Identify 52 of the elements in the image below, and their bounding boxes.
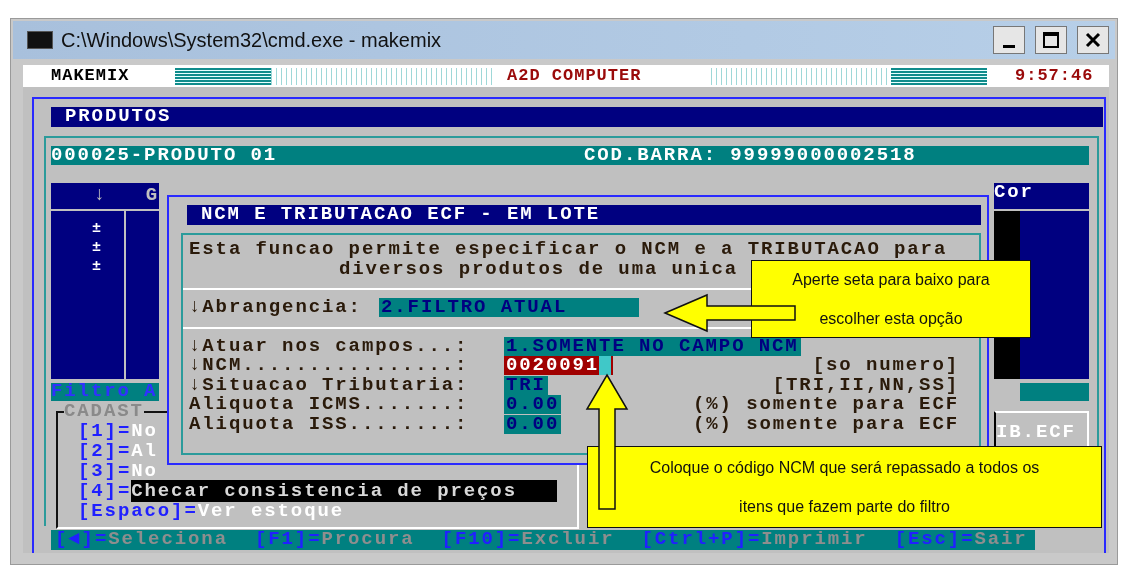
- product-name: 000025-PRODUTO 01: [51, 145, 279, 166]
- shortcut-hint: [Ctrl+P]=Imprimir: [641, 530, 868, 550]
- minimize-button[interactable]: [993, 26, 1025, 54]
- field-label: ↓Atuar nos campos...:: [189, 336, 470, 356]
- text-cursor: [599, 356, 612, 376]
- description-text: diversos produtos de uma unica: [339, 259, 739, 279]
- scope-field[interactable]: 2.FILTRO ATUAL: [379, 298, 639, 318]
- shortcut-hint: [Esc]=Sair: [894, 530, 1028, 550]
- input-field[interactable]: 0020091: [504, 356, 614, 376]
- shortcut-item[interactable]: [1]=No: [78, 421, 158, 441]
- input-field[interactable]: TRI: [504, 375, 548, 395]
- close-button[interactable]: [1077, 26, 1109, 54]
- field-hint: [TRI,II,NN,SS]: [772, 375, 959, 395]
- input-field[interactable]: 1.SOMENTE NO CAMPO NCM: [504, 336, 801, 356]
- dialog-title: NCM E TRIBUTACAO ECF - EM LOTE: [187, 205, 981, 225]
- field-hint: (%) somente para ECF: [692, 395, 959, 415]
- callout-note: Aperte seta para baixo para escolher esta opção: [751, 260, 1031, 338]
- barcode-text: COD.BARRA: 99999000002518: [584, 145, 917, 166]
- field-label: ↓NCM................:: [189, 356, 470, 376]
- filter-bar: Filtro A: [51, 383, 159, 401]
- field-hint: [so numero]: [812, 356, 959, 376]
- callout-note: Coloque o código NCM que será repassado a todos os itens que fazem parte do filtro: [587, 446, 1102, 528]
- shortcut-hint: [◄]=Seleciona: [55, 530, 228, 550]
- input-field[interactable]: 0.00: [504, 414, 562, 434]
- field-hint: (%) somente para ECF: [692, 414, 959, 434]
- company-name: A2D COMPUTER: [506, 66, 643, 86]
- app-name: MAKEMIX: [51, 66, 131, 86]
- input-field[interactable]: 0.00: [504, 395, 562, 415]
- shortcut-hint: [F10]=Excluir: [441, 530, 615, 550]
- panel-strip: [1020, 383, 1089, 401]
- field-label: ↓Situacao Tributaria:: [189, 375, 470, 395]
- description-text: Esta funcao permite especificar o NCM e a TRIBUTACAO para: [189, 240, 948, 260]
- column-header: G: [144, 186, 159, 206]
- shortcut-hint: [F1]=Procura: [254, 530, 415, 550]
- window-title: C:\Windows\System32\cmd.exe - makemix: [61, 28, 443, 52]
- shortcut-item[interactable]: [2]=Al: [78, 441, 158, 461]
- field-label: Aliquota ICMS.......:: [189, 395, 470, 415]
- field-label: Aliquota ISS........:: [189, 414, 470, 434]
- maximize-icon: [1042, 31, 1060, 49]
- clock-time: 9:57:46: [1015, 66, 1094, 86]
- shortcut-item[interactable]: [Espaco]=Ver estoque: [78, 501, 345, 521]
- close-icon: [1084, 31, 1102, 49]
- table-cell: ±: [92, 219, 103, 238]
- table-cell: ±: [92, 257, 103, 276]
- maximize-button[interactable]: [1035, 26, 1067, 54]
- shortcut-item[interactable]: [3]=No: [78, 461, 158, 481]
- field-label: ↓Abrangencia:: [189, 298, 363, 318]
- minimize-icon: [1003, 44, 1015, 48]
- table-cell: ±: [92, 238, 103, 257]
- column-header: ↓: [92, 186, 107, 206]
- console-icon: [27, 31, 53, 49]
- screen-title: PRODUTOS: [51, 107, 1103, 127]
